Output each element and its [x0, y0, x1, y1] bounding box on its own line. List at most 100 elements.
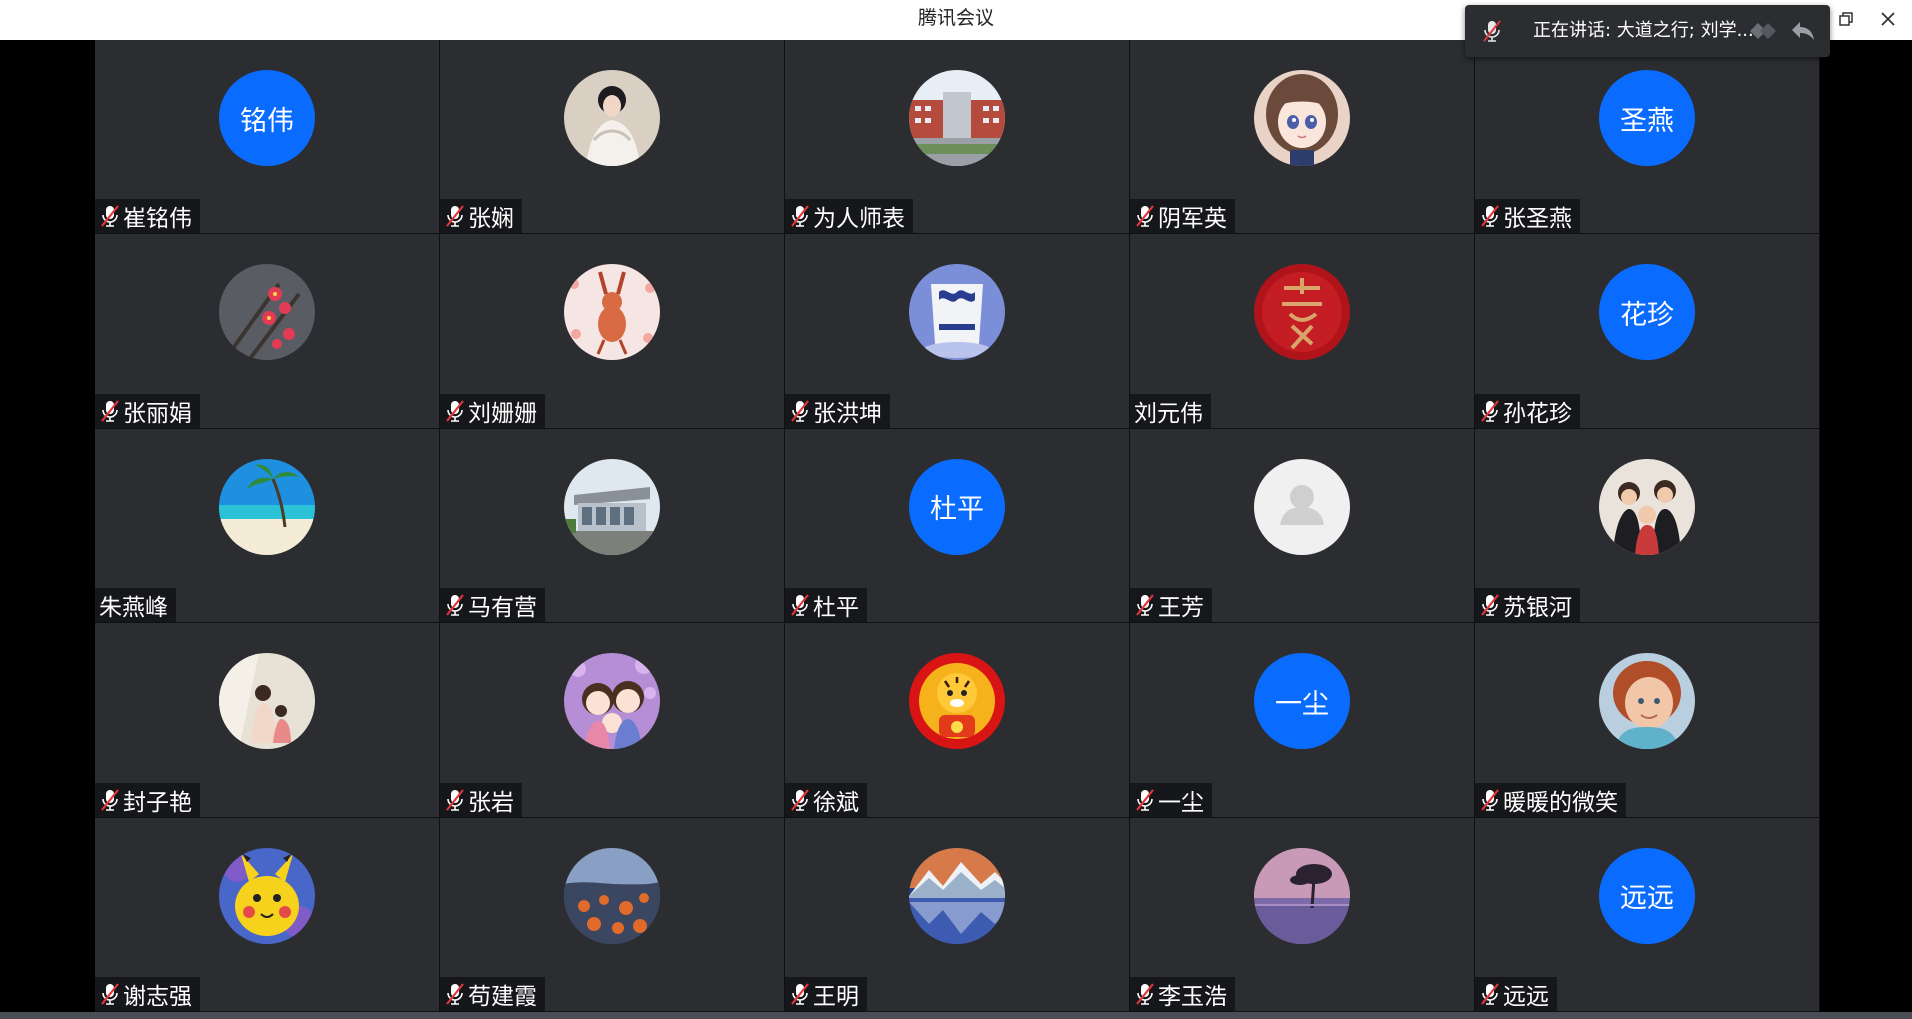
participant-name: 谢志强	[123, 983, 192, 1010]
avatar-initials: 花珍	[1599, 264, 1695, 361]
participant-name: 李玉浩	[1158, 983, 1227, 1010]
participant-name: 朱燕峰	[99, 595, 168, 622]
participant-tile[interactable]: 王芳	[1130, 428, 1475, 624]
participant-tile[interactable]: 张丽娟	[95, 234, 440, 429]
participant-name: 远远	[1503, 983, 1549, 1010]
participant-name: 孙花珍	[1503, 400, 1572, 427]
back-arrow-icon[interactable]	[1788, 17, 1818, 45]
participant-tile[interactable]: 张娴	[440, 40, 785, 235]
speaking-indicator[interactable]: 正在讲话: 大道之行; 刘学...	[1465, 5, 1830, 57]
participant-name: 刘元伟	[1134, 400, 1203, 427]
avatar-photo	[909, 653, 1005, 750]
name-tag: 王芳	[1130, 588, 1212, 623]
participant-name: 苟建霞	[468, 983, 537, 1010]
participant-tile[interactable]: 一尘 一尘	[1130, 623, 1475, 818]
participant-name: 为人师表	[813, 206, 905, 233]
participant-tile[interactable]: 暖暖的微笑	[1475, 623, 1820, 818]
avatar-photo	[909, 847, 1005, 944]
name-tag: 张丽娟	[95, 393, 200, 428]
participant-tile[interactable]: 苟建霞	[440, 817, 785, 1012]
participant-tile[interactable]: 王明	[785, 817, 1130, 1012]
participant-name: 苏银河	[1503, 595, 1572, 622]
name-tag: 徐斌	[785, 782, 867, 817]
participant-tile[interactable]: 张岩	[440, 623, 785, 818]
mic-muted-icon	[1134, 788, 1156, 812]
name-tag: 崔铭伟	[95, 199, 200, 234]
participant-tile[interactable]: 李玉浩	[1130, 817, 1475, 1012]
avatar-initials: 一尘	[1254, 653, 1350, 750]
participant-tile[interactable]: 马有营	[440, 428, 785, 624]
close-icon[interactable]	[1872, 4, 1904, 34]
mic-muted-icon	[444, 593, 466, 617]
mic-muted-icon	[789, 982, 811, 1006]
mic-muted-icon[interactable]	[1481, 19, 1503, 43]
layout-icon[interactable]	[1748, 17, 1778, 45]
avatar-photo	[564, 653, 660, 750]
avatar-initials-text: 一尘	[1275, 688, 1329, 720]
mic-muted-icon	[99, 788, 121, 812]
participant-tile[interactable]: 远远 远远	[1475, 817, 1820, 1012]
participant-name: 阴军英	[1158, 206, 1227, 233]
mic-muted-icon	[1479, 399, 1501, 423]
participant-tile[interactable]: 花珍孙花珍	[1475, 234, 1820, 429]
bottom-scroll-strip	[0, 1012, 1912, 1019]
mic-muted-icon	[1479, 982, 1501, 1006]
avatar-photo	[1254, 264, 1350, 361]
mic-muted-icon	[1479, 593, 1501, 617]
avatar-initials-text: 圣燕	[1620, 105, 1674, 137]
participant-name: 徐斌	[813, 789, 859, 816]
avatar-photo	[219, 264, 315, 361]
participant-tile[interactable]: 封子艳	[95, 623, 440, 818]
participant-name: 张洪坤	[813, 400, 882, 427]
mic-muted-icon	[1134, 593, 1156, 617]
participant-tile[interactable]: 杜平 杜平	[785, 428, 1130, 624]
avatar-photo	[564, 264, 660, 361]
participant-tile[interactable]: 为人师表	[785, 40, 1130, 235]
participant-name: 张岩	[468, 789, 514, 816]
participant-name: 崔铭伟	[123, 206, 192, 233]
name-tag: 刘姗姗	[440, 393, 545, 428]
avatar-photo	[909, 70, 1005, 166]
participant-tile[interactable]: 张洪坤	[785, 234, 1130, 429]
participant-name: 王明	[813, 983, 859, 1010]
avatar-photo	[1254, 70, 1350, 166]
participant-tile[interactable]: 朱燕峰	[95, 428, 440, 624]
avatar-photo	[219, 653, 315, 750]
participant-tile[interactable]: 谢志强	[95, 817, 440, 1012]
mic-muted-icon	[1479, 788, 1501, 812]
avatar-initials: 圣燕	[1599, 70, 1695, 166]
participant-tile[interactable]: 铭伟 崔铭伟	[95, 40, 440, 235]
participant-name: 马有营	[468, 595, 537, 622]
participant-tile[interactable]: 徐斌	[785, 623, 1130, 818]
avatar-photo	[219, 458, 315, 555]
participant-tile[interactable]: 圣燕张圣燕	[1475, 40, 1820, 235]
mic-muted-icon	[789, 399, 811, 423]
name-tag: 苏银河	[1475, 588, 1580, 623]
mic-muted-icon	[789, 204, 811, 228]
name-tag: 张洪坤	[785, 393, 890, 428]
name-tag: 封子艳	[95, 782, 200, 817]
participant-name: 王芳	[1158, 595, 1204, 622]
name-tag: 谢志强	[95, 976, 200, 1011]
name-tag: 苟建霞	[440, 976, 545, 1011]
restore-icon[interactable]	[1830, 4, 1862, 34]
mic-muted-icon	[444, 788, 466, 812]
name-tag: 张圣燕	[1475, 199, 1580, 234]
participant-tile[interactable]: 阴军英	[1130, 40, 1475, 235]
avatar-initials: 杜平	[909, 458, 1005, 555]
mic-muted-icon	[444, 399, 466, 423]
name-tag: 刘元伟	[1130, 393, 1211, 428]
avatar-initials-text: 远远	[1620, 883, 1674, 915]
participant-tile[interactable]: 刘姗姗	[440, 234, 785, 429]
participant-tile[interactable]: 刘元伟	[1130, 234, 1475, 429]
participant-name: 封子艳	[123, 789, 192, 816]
mic-muted-icon	[99, 399, 121, 423]
participant-name: 张圣燕	[1503, 206, 1572, 233]
mic-muted-icon	[1134, 982, 1156, 1006]
name-tag: 张娴	[440, 199, 522, 234]
mic-muted-icon	[789, 788, 811, 812]
avatar-initials: 远远	[1599, 847, 1695, 944]
participant-tile[interactable]: 苏银河	[1475, 428, 1820, 624]
avatar-photo	[564, 458, 660, 555]
participant-name: 暖暖的微笑	[1503, 789, 1618, 816]
